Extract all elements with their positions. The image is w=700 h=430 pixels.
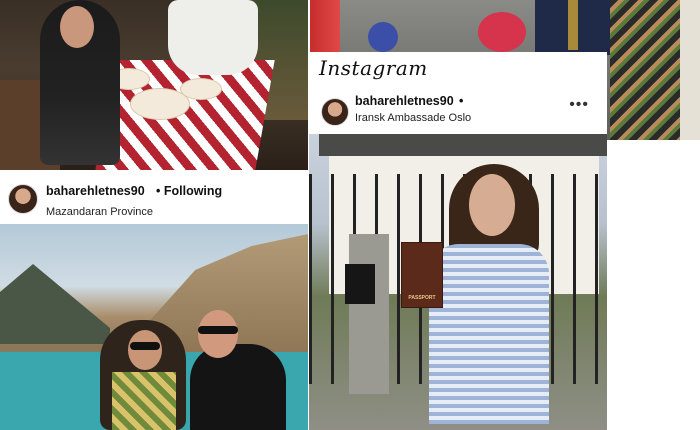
mountain-lake-photo <box>0 224 308 430</box>
instagram-post-mazandaran: baharehletnes90 • Following Mazandaran P… <box>0 170 308 430</box>
woman-in-patterned-dress <box>610 0 680 140</box>
iranian-flag <box>310 0 340 55</box>
mountain-left <box>0 264 110 344</box>
plate <box>180 78 222 100</box>
separator-dot: • <box>459 94 464 108</box>
wall-strip <box>680 0 700 140</box>
man-in-black-shirt <box>190 344 286 430</box>
instagram-post-embassy: Instagram baharehletnes90 • Iransk Ambas… <box>309 52 607 430</box>
stone-pillar <box>349 234 389 394</box>
sunglasses <box>198 326 238 334</box>
woman-face <box>128 330 162 370</box>
avatar[interactable] <box>8 184 38 214</box>
roof <box>319 134 607 156</box>
username-link[interactable]: baharehletnes90 <box>46 184 145 198</box>
sunglasses <box>130 342 160 350</box>
instagram-logo: Instagram <box>319 56 428 80</box>
passport-photo: PASSPORT <box>309 134 607 430</box>
username-link[interactable]: baharehletnes90 <box>355 94 454 108</box>
avatar[interactable] <box>321 98 349 126</box>
location-link[interactable]: Iransk Ambassade Oslo <box>355 112 471 124</box>
checkered-shirt <box>429 244 549 424</box>
location-link[interactable]: Mazandaran Province <box>46 206 153 218</box>
tie <box>568 0 578 50</box>
mailbox <box>345 264 375 304</box>
following-status[interactable]: • Following <box>156 184 222 198</box>
passport: PASSPORT <box>401 242 443 308</box>
ellipsis-icon[interactable]: ••• <box>569 96 589 114</box>
woman-face <box>60 6 94 48</box>
man-face <box>198 310 238 358</box>
restaurant-photo <box>0 0 308 170</box>
passport-label: PASSPORT <box>408 295 436 301</box>
woman-face <box>469 174 515 236</box>
scarf <box>112 372 176 430</box>
man-in-white <box>168 0 258 75</box>
red-roses <box>478 12 526 52</box>
post-header: baharehletnes90 • Iransk Ambassade Oslo <box>309 88 607 132</box>
blue-flowers <box>368 22 398 52</box>
